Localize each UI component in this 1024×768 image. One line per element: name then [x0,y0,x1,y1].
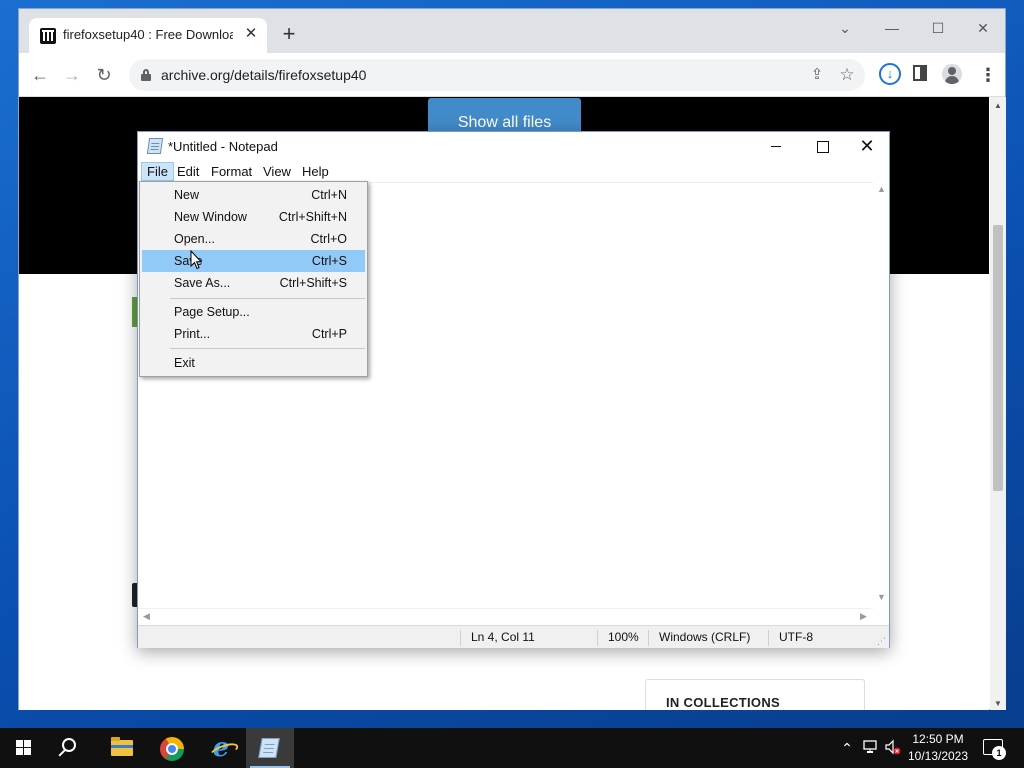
tab-strip: firefoxsetup40 : Free Download ✕ + ⌄ — ☐… [19,9,1005,53]
status-zoom: 100% [597,630,639,646]
side-panel-icon[interactable] [913,65,927,81]
notepad-app-icon [146,138,164,154]
taskbar-search-button[interactable] [48,728,96,768]
menu-item-shortcut: Ctrl+N [311,188,347,202]
menu-file[interactable]: File [141,162,174,181]
taskbar-notepad[interactable] [246,728,294,768]
mouse-cursor-icon [190,250,202,270]
taskbar-clock[interactable]: 12:50 PM 10/13/2023 [905,731,971,765]
notification-count-badge: 1 [992,746,1006,760]
menu-format[interactable]: Format [205,162,258,181]
menu-item-label: Page Setup... [174,305,250,319]
forward-button[interactable]: → [60,63,84,87]
menu-item-new-window[interactable]: New Window Ctrl+Shift+N [142,206,365,228]
notepad-minimize-button[interactable] [753,132,799,160]
url-text[interactable]: archive.org/details/firefoxsetup40 [161,67,366,83]
menu-item-shortcut: Ctrl+S [311,254,347,268]
status-line-ending: Windows (CRLF) [648,630,750,646]
menu-item-new[interactable]: New Ctrl+N [142,184,365,206]
menu-view[interactable]: View [257,162,297,181]
status-cursor-position: Ln 4, Col 11 [460,630,535,646]
menu-help[interactable]: Help [296,162,335,181]
menu-item-shortcut: Ctrl+Shift+S [279,276,347,290]
menu-item-label: New [174,188,200,202]
menu-item-print[interactable]: Print... Ctrl+P [142,323,365,345]
menu-item-page-setup[interactable]: Page Setup... [142,301,365,323]
share-icon[interactable]: ⇪ [807,65,827,85]
notepad-vertical-scrollbar[interactable]: ▲ ▼ [873,182,889,608]
windows-taskbar: e ⌃ 12:50 PM 10/13/2023 1 [0,728,1024,768]
notepad-maximize-button[interactable] [799,132,845,160]
status-encoding: UTF-8 [768,630,813,646]
menu-item-open[interactable]: Open... Ctrl+O [142,228,365,250]
menu-item-label: Exit [174,356,195,370]
menu-separator [170,348,365,349]
page-scrollbar[interactable]: ▲ ▼ [990,97,1006,710]
menu-item-shortcut: Ctrl+P [311,327,347,341]
lock-icon[interactable] [141,69,151,81]
taskbar-chrome[interactable] [148,728,196,768]
tray-overflow-chevron-icon[interactable]: ⌃ [838,738,856,758]
chrome-menu-icon[interactable]: ⋮ [979,63,997,87]
scroll-up-arrow-icon[interactable]: ▲ [877,184,886,194]
taskbar-internet-explorer[interactable]: e [197,728,245,768]
scroll-right-arrow-icon[interactable]: ▶ [860,611,867,622]
back-button[interactable]: ← [28,63,52,87]
browser-toolbar: ← → ↻ archive.org/details/firefoxsetup40… [19,53,1005,97]
notepad-close-button[interactable]: ✕ [844,132,890,160]
bookmark-star-icon[interactable]: ☆ [837,65,857,85]
notepad-status-bar: Ln 4, Col 11 100% Windows (CRLF) UTF-8 ⋰ [138,625,889,648]
browser-minimize-button[interactable]: — [869,15,915,41]
clock-time: 12:50 PM [912,732,964,746]
menu-separator [170,298,365,299]
menu-item-exit[interactable]: Exit [142,352,365,374]
menu-item-shortcut: Ctrl+Shift+N [278,210,347,224]
start-button[interactable] [0,728,48,768]
taskbar-file-explorer[interactable] [98,728,146,768]
chrome-icon [160,737,184,761]
windows-logo-icon [16,740,32,756]
address-bar[interactable]: archive.org/details/firefoxsetup40 ⇪ ☆ [129,59,865,91]
network-icon[interactable] [862,738,880,758]
scroll-down-arrow-icon[interactable]: ▼ [877,592,886,602]
archive-favicon-icon [40,28,56,44]
file-menu-dropdown: New Ctrl+N New Window Ctrl+Shift+N Open.… [139,181,368,377]
tab-title: firefoxsetup40 : Free Download [63,27,233,42]
menu-item-label: Print... [174,327,211,341]
volume-muted-icon[interactable] [884,738,902,758]
reload-button[interactable]: ↻ [92,63,116,87]
menu-item-save-as[interactable]: Save As... Ctrl+Shift+S [142,272,365,294]
menu-item-label: Open... [174,232,215,246]
browser-tab[interactable]: firefoxsetup40 : Free Download ✕ [29,18,267,53]
collections-title: IN COLLECTIONS [666,695,780,710]
browser-maximize-button[interactable]: ☐ [915,15,961,41]
browser-close-button[interactable]: ✕ [960,15,1006,41]
notepad-icon [258,738,280,758]
tab-search-chevron-icon[interactable]: ⌄ [822,15,868,41]
menu-item-shortcut: Ctrl+O [310,232,347,246]
scroll-left-arrow-icon[interactable]: ◀ [143,611,150,622]
scroll-thumb[interactable] [993,225,1003,491]
folder-icon [111,737,133,756]
tab-close-icon[interactable]: ✕ [243,26,259,42]
download-icon[interactable]: ↓ [879,63,901,85]
menu-item-label: New Window [174,210,247,224]
clock-date: 10/13/2023 [907,749,969,763]
notepad-title: *Untitled - Notepad [168,139,278,154]
search-icon [62,738,76,752]
profile-avatar-icon[interactable] [942,64,962,84]
scroll-down-arrow-icon[interactable]: ▼ [994,699,1002,708]
notepad-horizontal-scrollbar[interactable]: ◀ ▶ [138,608,873,624]
menu-edit[interactable]: Edit [171,162,205,181]
resize-grip-icon[interactable]: ⋰ [877,636,887,646]
internet-explorer-icon: e [209,735,233,761]
menu-item-label: Save As... [174,276,231,290]
new-tab-button[interactable]: + [278,23,300,46]
notepad-titlebar[interactable]: *Untitled - Notepad ✕ [138,132,889,160]
notepad-menubar: File Edit Format View Help [138,160,889,182]
scroll-up-arrow-icon[interactable]: ▲ [994,101,1002,110]
menu-item-save[interactable]: Save Ctrl+S [142,250,365,272]
collections-panel: IN COLLECTIONS [645,679,865,710]
